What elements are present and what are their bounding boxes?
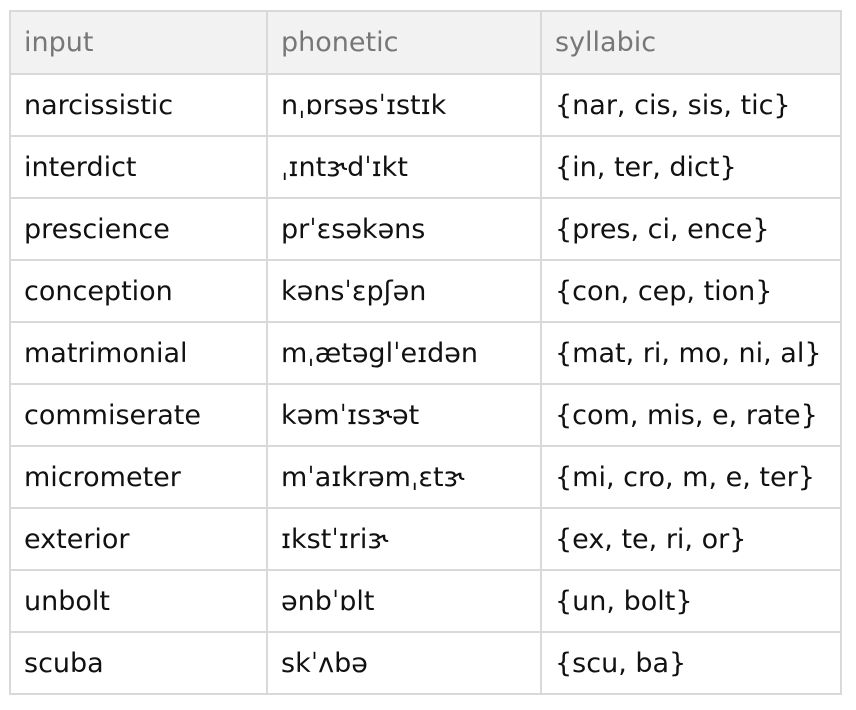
syllabic-cell: {pres, ci, ence} <box>540 197 842 261</box>
table-row: exterior ɪkstˈɪriɝ {ex, te, ri, or} <box>9 507 842 571</box>
syllabic-cell: {un, bolt} <box>540 569 842 633</box>
syllabic-cell: {in, ter, dict} <box>540 135 842 199</box>
table-row: commiserate kəmˈɪsɝət {com, mis, e, rate… <box>9 383 842 447</box>
table-row: interdict ˌɪntɝdˈɪkt {in, ter, dict} <box>9 135 842 199</box>
phonetic-cell: ɪkstˈɪriɝ <box>266 507 542 571</box>
input-cell: matrimonial <box>9 321 268 385</box>
syllabic-cell: {mat, ri, mo, ni, al} <box>540 321 842 385</box>
phonetic-cell: mˈaɪkrəmˌɛtɝ <box>266 445 542 509</box>
column-header-phonetic: phonetic <box>266 10 542 75</box>
input-cell: interdict <box>9 135 268 199</box>
input-cell: scuba <box>9 631 268 695</box>
phonetic-cell: prˈɛsəkəns <box>266 197 542 261</box>
input-cell: conception <box>9 259 268 323</box>
input-cell: commiserate <box>9 383 268 447</box>
column-header-input: input <box>9 10 268 75</box>
syllabic-cell: {nar, cis, sis, tic} <box>540 73 842 137</box>
phonetic-cell: ənbˈɒlt <box>266 569 542 633</box>
phonetic-syllabic-table: input phonetic syllabic narcissistic nˌɒ… <box>9 10 842 695</box>
input-cell: micrometer <box>9 445 268 509</box>
table-row: conception kənsˈɛpʃən {con, cep, tion} <box>9 259 842 323</box>
phonetic-cell: ˌɪntɝdˈɪkt <box>266 135 542 199</box>
table-row: matrimonial mˌætəglˈeɪdən {mat, ri, mo, … <box>9 321 842 385</box>
phonetic-cell: kənsˈɛpʃən <box>266 259 542 323</box>
input-cell: exterior <box>9 507 268 571</box>
syllabic-cell: {ex, te, ri, or} <box>540 507 842 571</box>
syllabic-cell: {com, mis, e, rate} <box>540 383 842 447</box>
phonetic-cell: kəmˈɪsɝət <box>266 383 542 447</box>
column-header-syllabic: syllabic <box>540 10 842 75</box>
header-row: input phonetic syllabic <box>9 10 842 75</box>
table-row: prescience prˈɛsəkəns {pres, ci, ence} <box>9 197 842 261</box>
syllabic-cell: {scu, ba} <box>540 631 842 695</box>
phonetic-cell: mˌætəglˈeɪdən <box>266 321 542 385</box>
table-row: narcissistic nˌɒrsəsˈɪstɪk {nar, cis, si… <box>9 73 842 137</box>
syllabic-cell: {mi, cro, m, e, ter} <box>540 445 842 509</box>
phonetic-cell: skˈʌbə <box>266 631 542 695</box>
input-cell: unbolt <box>9 569 268 633</box>
phonetic-cell: nˌɒrsəsˈɪstɪk <box>266 73 542 137</box>
table-row: unbolt ənbˈɒlt {un, bolt} <box>9 569 842 633</box>
input-cell: narcissistic <box>9 73 268 137</box>
syllabic-cell: {con, cep, tion} <box>540 259 842 323</box>
input-cell: prescience <box>9 197 268 261</box>
table-row: scuba skˈʌbə {scu, ba} <box>9 631 842 695</box>
table-row: micrometer mˈaɪkrəmˌɛtɝ {mi, cro, m, e, … <box>9 445 842 509</box>
